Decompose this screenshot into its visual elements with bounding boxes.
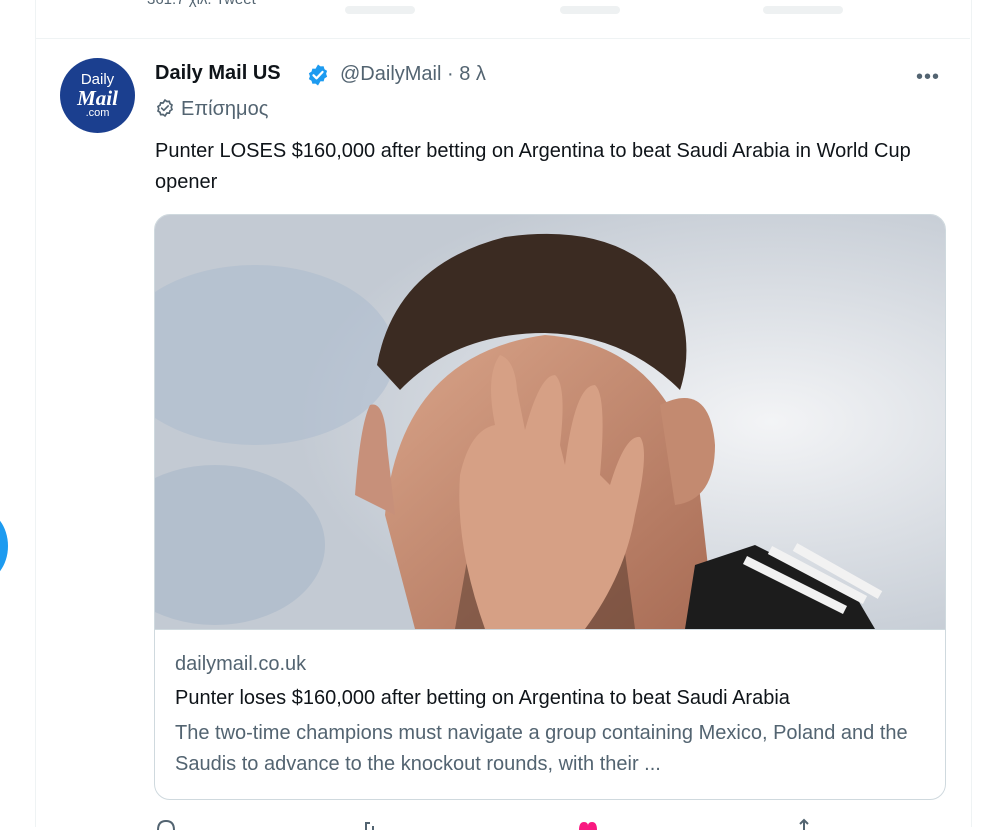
- avatar-line-3: .com: [85, 107, 110, 119]
- reply-action-remnant[interactable]: [345, 6, 415, 14]
- like-action-remnant[interactable]: [560, 6, 620, 14]
- handle-and-timestamp[interactable]: @DailyMail · 8 λ: [340, 63, 486, 86]
- like-icon[interactable]: [577, 818, 599, 830]
- share-icon[interactable]: [793, 818, 815, 830]
- card-title: Punter loses $160,000 after betting on A…: [175, 687, 790, 709]
- author-name[interactable]: Daily Mail US: [155, 62, 281, 85]
- tweet-actions: [155, 818, 835, 830]
- previous-tweet-count: 361.7 χιλ. Tweet: [147, 0, 256, 8]
- official-label-text: Επίσημος: [181, 98, 269, 120]
- compose-button[interactable]: [0, 510, 8, 582]
- more-icon[interactable]: •••: [916, 66, 940, 89]
- reply-icon[interactable]: [155, 818, 177, 830]
- previous-tweet-footer: 361.7 χιλ. Tweet: [35, 0, 970, 39]
- player-photo: [155, 215, 945, 629]
- link-card[interactable]: dailymail.co.uk Punter loses $160,000 af…: [154, 214, 946, 800]
- official-badge-icon: [157, 98, 173, 118]
- verified-badge-icon[interactable]: [306, 63, 330, 87]
- retweet-icon[interactable]: [360, 818, 382, 830]
- card-domain: dailymail.co.uk: [175, 653, 307, 675]
- share-action-remnant[interactable]: [763, 6, 843, 14]
- card-image: [155, 215, 945, 630]
- tweet-text: Punter LOSES $160,000 after betting on A…: [155, 140, 911, 193]
- avatar[interactable]: Daily Mail .com: [60, 58, 135, 133]
- official-label: Επίσημος: [155, 98, 268, 121]
- card-description: The two-time champions must navigate a g…: [175, 722, 908, 775]
